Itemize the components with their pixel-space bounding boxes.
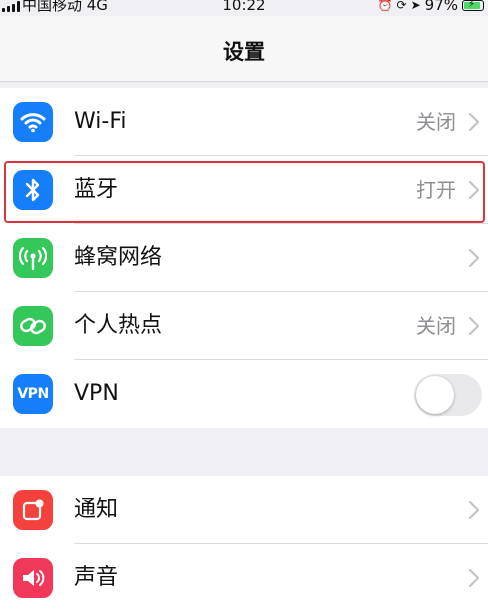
settings-row-vpn: VPN VPN [0, 360, 488, 428]
chevron-right-icon [468, 180, 480, 200]
settings-row-label: 蓝牙 [74, 177, 119, 202]
settings-row-bluetooth[interactable]: 蓝牙 打开 [0, 156, 488, 224]
navigation-bar: 设置 [0, 16, 488, 82]
chevron-right-icon [468, 112, 480, 132]
settings-row-value: 关闭 [416, 110, 456, 134]
settings-row-cellular[interactable]: 蜂窝网络 [0, 224, 488, 292]
notifications-icon [13, 490, 53, 530]
chevron-right-icon [468, 568, 480, 588]
settings-group-connectivity: Wi-Fi 关闭 蓝牙 打开 蜂窝网络 个人热点 关闭 VPN VPN [0, 88, 488, 428]
chevron-right-icon [468, 500, 480, 520]
chevron-right-icon [468, 316, 480, 336]
settings-group-notifications: 通知 声音 [0, 476, 488, 612]
orientation-lock-icon: ⟳ [396, 0, 407, 12]
wifi-icon [13, 102, 53, 142]
cellular-antenna-icon [13, 238, 53, 278]
settings-row-label: 个人热点 [74, 313, 163, 338]
settings-row-value: 关闭 [416, 314, 456, 338]
settings-row-label: 声音 [74, 565, 119, 590]
chevron-right-icon [468, 248, 480, 268]
status-bar: 中国移动 4G 10:22 ⏰ ⟳ ➤ 97% ⚡ [0, 0, 488, 16]
location-icon: ➤ [410, 0, 421, 12]
sound-speaker-icon [13, 558, 53, 598]
settings-row-personal-hotspot[interactable]: 个人热点 关闭 [0, 292, 488, 360]
battery-percent: 97% [424, 0, 458, 14]
page-title: 设置 [223, 40, 265, 64]
vpn-icon: VPN [13, 374, 53, 414]
settings-row-label: Wi-Fi [74, 109, 127, 134]
alarm-icon: ⏰ [377, 0, 393, 12]
bluetooth-icon [13, 170, 53, 210]
settings-row-sounds[interactable]: 声音 [0, 544, 488, 612]
personal-hotspot-icon [13, 306, 53, 346]
settings-row-wifi[interactable]: Wi-Fi 关闭 [0, 88, 488, 156]
settings-row-label: VPN [74, 381, 119, 406]
vpn-toggle[interactable] [414, 374, 482, 416]
toggle-knob [416, 376, 454, 414]
settings-row-value: 打开 [416, 178, 456, 202]
settings-row-notifications[interactable]: 通知 [0, 476, 488, 544]
settings-row-label: 通知 [74, 497, 119, 522]
battery-charging-icon: ⚡ [462, 0, 484, 11]
settings-row-label: 蜂窝网络 [74, 245, 163, 270]
